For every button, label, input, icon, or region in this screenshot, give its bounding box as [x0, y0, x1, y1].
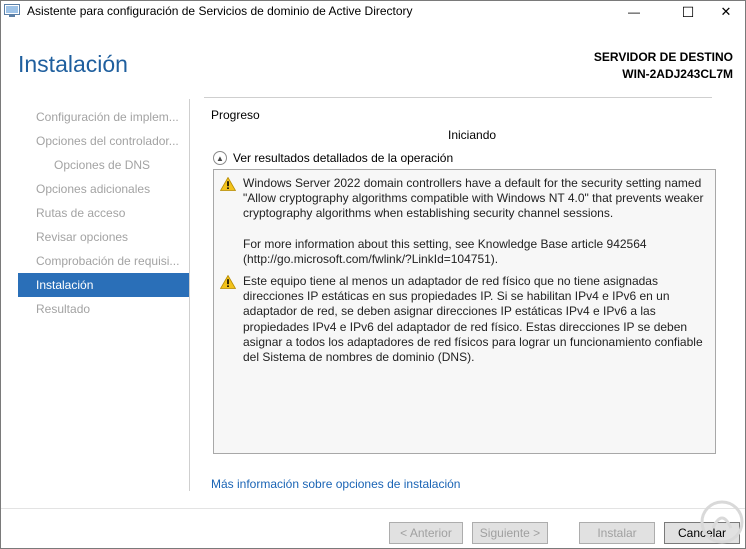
nav-item[interactable]: Opciones adicionales [18, 177, 189, 201]
nav-item[interactable]: Configuración de implem... [18, 105, 189, 129]
message-item: Este equipo tiene al menos un adaptador … [220, 274, 710, 365]
details-toggle[interactable]: ▲ Ver resultados detallados de la operac… [213, 150, 453, 166]
previous-button[interactable]: < Anterior [389, 522, 463, 544]
message-text: For more information about this setting,… [243, 236, 647, 266]
content-divider [204, 97, 712, 98]
operation-details-box[interactable]: Windows Server 2022 domain controllers h… [213, 169, 716, 454]
footer-divider [1, 508, 745, 509]
wizard-navigation: Configuración de implem... Opciones del c… [18, 99, 190, 491]
next-button[interactable]: Siguiente > [472, 522, 548, 544]
nav-item[interactable]: Rutas de acceso [18, 201, 189, 225]
progress-label: Progreso [211, 108, 260, 122]
nav-item[interactable]: Instalación [18, 273, 189, 297]
nav-item[interactable]: Comprobación de requisi... [18, 249, 189, 273]
warning-icon [220, 275, 236, 289]
cancel-button[interactable]: Cancelar [664, 522, 740, 544]
server-manager-icon [4, 4, 20, 17]
wizard-window: Asistente para configuración de Servicio… [0, 0, 746, 549]
minimize-icon: — [628, 5, 640, 19]
close-button[interactable]: ✕ [707, 1, 745, 23]
nav-item[interactable]: Revisar opciones [18, 225, 189, 249]
nav-item[interactable]: Opciones del controlador... [18, 129, 189, 153]
maximize-icon: ☐ [681, 3, 695, 20]
target-server: SERVIDOR DE DESTINO WIN-2ADJ243CL7M [594, 49, 733, 83]
nav-item[interactable]: Opciones de DNS [18, 153, 189, 177]
window-title: Asistente para configuración de Servicio… [27, 4, 413, 18]
page-title: Instalación [18, 51, 128, 77]
install-button[interactable]: Instalar [579, 522, 655, 544]
chevron-up-icon: ▲ [213, 151, 227, 165]
maximize-button[interactable]: ☐ [665, 1, 711, 23]
more-info-link[interactable]: Más información sobre opciones de instal… [211, 477, 460, 491]
message-text: Windows Server 2022 domain controllers h… [243, 176, 704, 221]
message-item: Windows Server 2022 domain controllers h… [220, 176, 710, 267]
title-bar[interactable]: Asistente para configuración de Servicio… [1, 1, 745, 23]
close-icon: ✕ [720, 4, 732, 19]
details-toggle-label: Ver resultados detallados de la operació… [233, 151, 454, 165]
progress-status: Iniciando [448, 128, 497, 142]
target-server-label: SERVIDOR DE DESTINO [593, 50, 733, 64]
nav-item[interactable]: Resultado [18, 297, 189, 321]
target-server-name: WIN-2ADJ243CL7M [622, 67, 733, 81]
message-text: Este equipo tiene al menos un adaptador … [243, 274, 703, 365]
warning-icon [220, 177, 236, 191]
minimize-button[interactable]: — [611, 1, 657, 23]
